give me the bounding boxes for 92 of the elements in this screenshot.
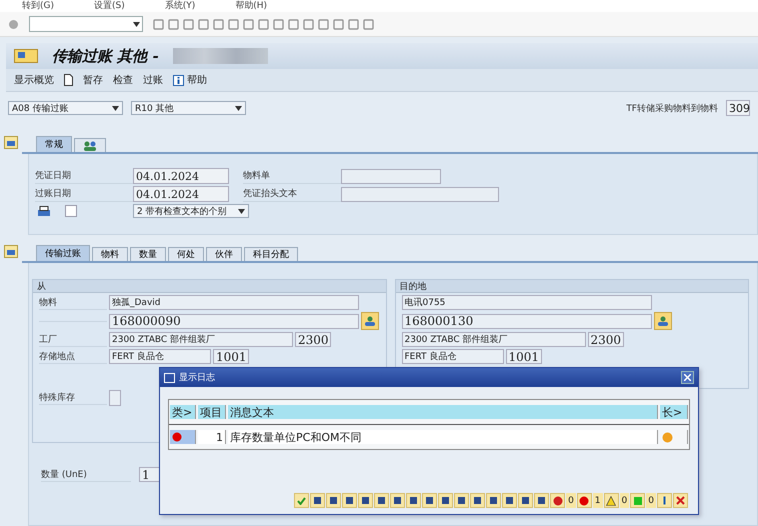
caret-icon	[133, 22, 140, 26]
dialog-title: 显示日志	[179, 372, 215, 384]
section-title: 目的地	[396, 280, 748, 293]
print-dropdown[interactable]: 2 带有检查文本的个别	[133, 204, 249, 218]
action-dropdown[interactable]: A08 传输过账	[8, 101, 123, 115]
tab[interactable]: 常规	[36, 136, 72, 152]
caret-icon	[112, 106, 119, 110]
tab[interactable]: 物料	[92, 247, 128, 261]
document-icon[interactable]	[64, 74, 73, 86]
section-title: 从	[33, 280, 386, 293]
header-text-field[interactable]	[341, 186, 499, 202]
error-icon	[579, 496, 590, 506]
confirm-button[interactable]	[294, 493, 310, 508]
special-stock-field[interactable]	[109, 390, 121, 406]
toolbar-button[interactable]: 显示概览	[14, 73, 54, 87]
window-title: 传输过账 其他 -	[52, 46, 159, 66]
movement-type-field[interactable]: 309	[726, 100, 750, 116]
search-help-button[interactable]	[654, 312, 672, 330]
help-button[interactable]: 帮助	[173, 73, 207, 87]
tab[interactable]: 数量	[130, 247, 166, 261]
dialog-icon	[164, 372, 175, 382]
command-field[interactable]	[29, 16, 143, 32]
plant-description-field: 2300 ZTABC 部件组装厂	[109, 332, 293, 347]
storage-location-field[interactable]: 1001	[506, 349, 542, 364]
column-header[interactable]: 消息文本	[228, 405, 658, 419]
warning-count: 0	[620, 493, 630, 508]
storage-location-field[interactable]: 1001	[213, 349, 249, 364]
material-field[interactable]: 168000130	[402, 314, 652, 328]
tab[interactable]	[74, 138, 106, 152]
plant-description-field: 2300 ZTABC 部件组装厂	[402, 332, 586, 347]
material-description-field: 独孤_David	[109, 295, 359, 310]
table-cell: 1	[198, 430, 226, 444]
posting-date-field[interactable]: 04.01.2024	[133, 186, 229, 202]
field-label: 特殊库存	[39, 391, 107, 405]
material-slip-field[interactable]	[341, 168, 441, 184]
material-description-field: 电讯0755	[402, 295, 652, 310]
people-icon	[656, 316, 668, 326]
column-header[interactable]: 项目	[198, 405, 226, 419]
storage-location-description-field: FERT 良品仓	[109, 349, 211, 364]
field-label: 工厂	[39, 332, 107, 346]
toolbar-button[interactable]: 检查	[113, 73, 133, 87]
checkbox[interactable]	[65, 205, 77, 217]
stop-count: 0	[566, 493, 576, 508]
menu-item[interactable]: 转到(G)	[22, 0, 54, 12]
people-icon	[364, 316, 376, 326]
menu-item[interactable]: 帮助(H)	[235, 0, 268, 12]
info-icon	[173, 74, 184, 86]
column-header[interactable]: 类>	[170, 405, 196, 419]
menu-item[interactable]: 设置(S)	[94, 0, 125, 12]
menu-icon[interactable]	[14, 49, 38, 63]
success-icon	[632, 496, 643, 506]
info-button[interactable]	[657, 493, 672, 508]
warning-filter-button[interactable]	[604, 493, 619, 508]
error-count: 1	[592, 493, 603, 508]
caret-icon	[235, 106, 242, 110]
item-toggle-icon[interactable]	[4, 245, 18, 258]
printer-icon[interactable]	[37, 206, 51, 216]
warning-icon	[606, 496, 616, 506]
menu-item[interactable]: 系统(Y)	[164, 0, 196, 12]
document-date-field[interactable]: 04.01.2024	[133, 168, 229, 184]
movement-type-label: TF转储采购物料到物料	[626, 102, 718, 114]
toolbar-button[interactable]: 暂存	[83, 73, 103, 87]
caret-icon	[238, 208, 245, 214]
field-label: 物料	[39, 296, 107, 310]
error-filter-button[interactable]	[576, 493, 592, 508]
success-filter-button[interactable]	[630, 493, 646, 508]
column-header[interactable]: 长>	[660, 405, 688, 419]
close-icon	[684, 374, 691, 381]
plant-field[interactable]: 2300	[588, 332, 624, 347]
field-label: 数量 (UnE)	[41, 468, 131, 482]
search-help-button[interactable]	[361, 312, 379, 330]
enter-icon[interactable]	[8, 18, 19, 30]
tab[interactable]: 传输过账	[36, 245, 90, 261]
field-label: 存储地点	[39, 350, 107, 364]
close-button[interactable]	[681, 371, 694, 384]
tab[interactable]: 伙伴	[206, 247, 242, 261]
storage-location-description-field: FERT 良品仓	[402, 349, 504, 364]
tab[interactable]: 科目分配	[244, 247, 298, 261]
material-field[interactable]: 168000090	[109, 314, 359, 328]
people-icon	[83, 140, 97, 150]
success-count: 0	[646, 493, 656, 508]
header-toggle-icon[interactable]	[4, 136, 18, 149]
table-cell: 库存数量单位PC和OM不同	[228, 430, 658, 444]
cross-icon	[676, 496, 685, 505]
plant-field[interactable]: 2300	[295, 332, 331, 347]
check-icon	[297, 496, 306, 504]
stop-icon	[552, 496, 563, 506]
toolbar-button[interactable]: 过账	[143, 73, 163, 87]
stop-filter-button[interactable]	[550, 493, 566, 508]
cancel-button[interactable]	[673, 493, 688, 508]
tab[interactable]: 何处	[168, 247, 204, 261]
reference-dropdown[interactable]: R10 其他	[131, 101, 246, 115]
